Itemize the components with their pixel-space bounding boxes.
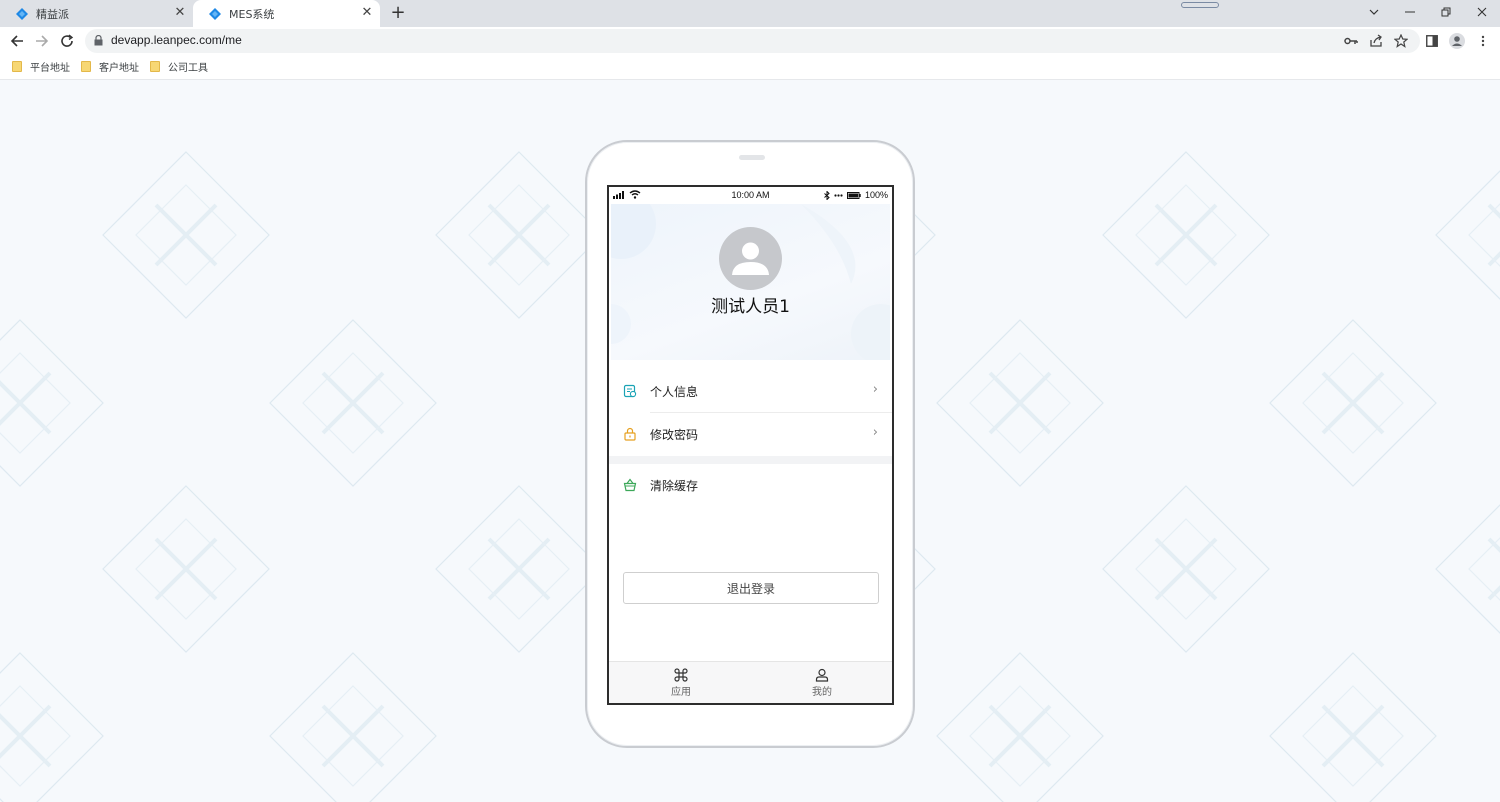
chevron-right-icon: › [872, 382, 878, 397]
tab-apps[interactable]: 应用 [651, 668, 711, 698]
app-logo-icon [209, 7, 221, 20]
close-tab-icon[interactable]: ✕ [173, 6, 187, 20]
new-tab-button[interactable]: + [389, 4, 407, 22]
phone-speaker [739, 155, 765, 160]
side-panel-icon[interactable] [1423, 32, 1441, 50]
tab-label: 我的 [812, 687, 832, 698]
status-right-group: 100% [824, 190, 888, 200]
tab-title: 精益派 [36, 7, 69, 21]
menu-item-label: 修改密码 [650, 428, 699, 442]
user-avatar-icon [732, 242, 769, 275]
bookmark-star-icon[interactable] [1392, 32, 1410, 50]
battery-icon [846, 191, 861, 199]
browser-tab-jingyipai[interactable]: 精益派 ✕ [0, 0, 193, 27]
tab-search-chevron-icon[interactable] [1356, 0, 1392, 24]
folder-icon [150, 61, 160, 72]
battery-percent: 100% [864, 190, 888, 200]
minimize-button[interactable] [1392, 0, 1428, 24]
chevron-right-icon: › [872, 425, 878, 440]
user-icon [815, 668, 829, 682]
menu-item-label: 个人信息 [650, 385, 699, 399]
profile-header: 测试人员1 [611, 204, 890, 360]
folder-icon [81, 61, 91, 72]
bookmark-item[interactable]: 公司工具 [150, 59, 208, 74]
bookmarks-bar: 平台地址 客户地址 公司工具 [0, 54, 1500, 80]
username: 测试人员1 [711, 297, 790, 317]
bottom-tab-bar: 应用 我的 [609, 661, 892, 703]
browser-tab-bar: 精益派 ✕ MES系统 ✕ + [0, 0, 1500, 27]
command-icon [674, 668, 688, 682]
bookmark-item[interactable]: 客户地址 [81, 59, 139, 74]
browser-tab-mes[interactable]: MES系统 ✕ [193, 0, 380, 27]
close-tab-icon[interactable]: ✕ [360, 6, 374, 20]
tab-label: 应用 [671, 687, 691, 698]
id-card-icon [623, 384, 637, 398]
back-button[interactable] [7, 31, 27, 51]
menu-section-gap [609, 456, 892, 464]
bluetooth-icon [824, 190, 830, 200]
logout-button[interactable]: 退出登录 [623, 572, 879, 604]
profile-avatar-icon[interactable] [1448, 32, 1466, 50]
menu-kebab-icon[interactable] [1474, 32, 1492, 50]
address-url: devapp.leanpec.com/me [111, 33, 242, 47]
phone-frame: 10:00 AM 100% 测试人员1 个人信息 › 修改密码 › 清除缓存 退… [585, 140, 915, 748]
menu-item-label: 清除缓存 [650, 479, 699, 493]
menu-item-change-password[interactable]: 修改密码 › [609, 413, 892, 456]
bookmark-label: 平台地址 [30, 63, 70, 74]
avatar[interactable] [719, 227, 782, 290]
browser-toolbar: devapp.leanpec.com/me [0, 27, 1500, 54]
restore-button[interactable] [1428, 0, 1464, 24]
bookmark-label: 客户地址 [99, 63, 139, 74]
menu-item-personal-info[interactable]: 个人信息 › [609, 370, 892, 413]
tab-search-indicator[interactable] [1181, 2, 1219, 8]
settings-menu: 个人信息 › 修改密码 › 清除缓存 [609, 370, 892, 507]
phone-screen: 10:00 AM 100% 测试人员1 个人信息 › 修改密码 › 清除缓存 退… [607, 185, 894, 705]
tab-title: MES系统 [229, 7, 275, 21]
bookmark-label: 公司工具 [168, 63, 208, 74]
address-bar[interactable]: devapp.leanpec.com/me [85, 29, 1420, 53]
app-logo-icon [16, 7, 28, 20]
bookmark-item[interactable]: 平台地址 [12, 59, 70, 74]
forward-button[interactable] [32, 31, 52, 51]
lock-icon [94, 35, 103, 46]
share-icon[interactable] [1367, 32, 1385, 50]
close-window-button[interactable] [1464, 0, 1500, 24]
basket-icon [623, 478, 637, 492]
password-key-icon[interactable] [1342, 32, 1360, 50]
lock-icon [624, 427, 636, 441]
status-bar: 10:00 AM 100% [609, 187, 892, 204]
menu-item-clear-cache[interactable]: 清除缓存 [609, 464, 892, 507]
folder-icon [12, 61, 22, 72]
more-dots-icon [834, 193, 843, 197]
reload-button[interactable] [57, 31, 77, 51]
tab-mine[interactable]: 我的 [792, 668, 852, 698]
